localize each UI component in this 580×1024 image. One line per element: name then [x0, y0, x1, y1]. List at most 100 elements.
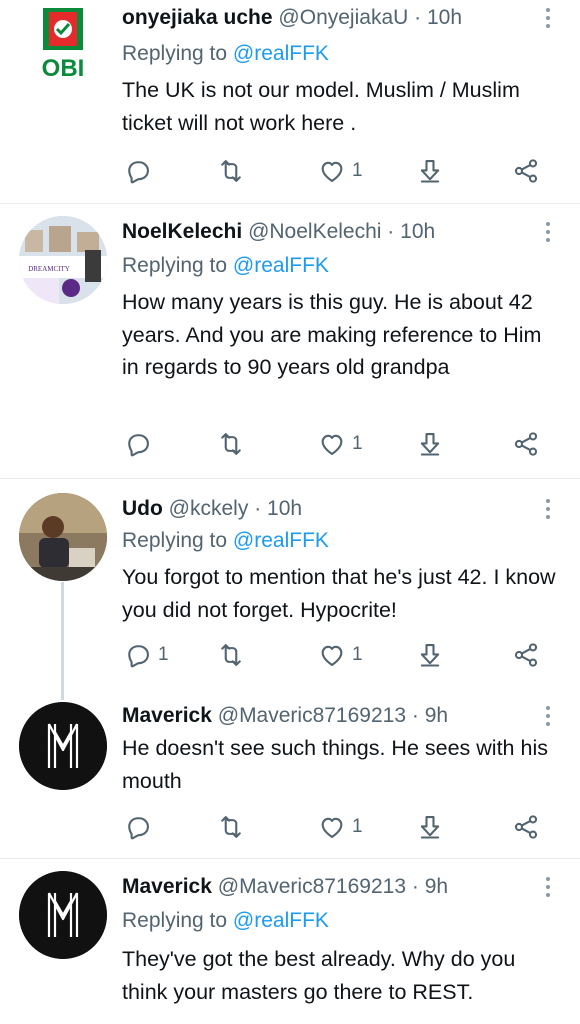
separator: ·: [411, 875, 419, 898]
more-options-icon[interactable]: [538, 702, 558, 730]
avatar-label: DREAMCITY: [28, 265, 70, 273]
tweet-text: You forgot to mention that he's just 42.…: [122, 565, 556, 622]
like-count: 1: [352, 816, 363, 837]
retweet-icon: [217, 430, 245, 458]
display-name[interactable]: Udo: [122, 497, 163, 520]
display-name[interactable]: NoelKelechi: [122, 220, 242, 243]
share-icon: [512, 157, 540, 185]
separator: ·: [254, 497, 262, 520]
like-count: 1: [352, 644, 363, 665]
more-options-icon[interactable]: [538, 218, 558, 246]
avatar[interactable]: [19, 871, 107, 959]
like-button[interactable]: 1: [318, 155, 363, 187]
dreamcity-avatar-icon: DREAMCITY: [19, 216, 107, 304]
display-name[interactable]: Maverick: [122, 875, 212, 898]
mention-link[interactable]: @realFFK: [233, 42, 329, 65]
obi-logo-icon: OBI: [42, 8, 85, 80]
tweet-header: Maverick @Maveric87169213 · 9h: [122, 702, 448, 730]
share-button[interactable]: [512, 428, 540, 460]
share-button[interactable]: [512, 639, 540, 671]
timestamp[interactable]: 9h: [425, 704, 448, 727]
separator: ·: [411, 704, 419, 727]
download-icon: [416, 157, 444, 185]
timestamp[interactable]: 10h: [267, 497, 302, 520]
like-button[interactable]: 1: [318, 639, 363, 671]
tweet[interactable]: Maverick @Maveric87169213 · 9h Replying …: [0, 859, 580, 1024]
display-name[interactable]: onyejiaka uche: [122, 6, 273, 29]
replying-to: Replying to @realFFK: [122, 527, 329, 555]
heart-icon: [318, 641, 346, 669]
handle[interactable]: @NoelKelechi: [248, 220, 381, 243]
separator: ·: [387, 220, 395, 243]
more-options-icon[interactable]: [538, 495, 558, 523]
retweet-icon: [217, 813, 245, 841]
tweet-header: Udo @kckely · 10h: [122, 495, 302, 523]
tweet[interactable]: DREAMCITY NoelKelechi @NoelKelechi · 10h…: [0, 204, 580, 478]
share-icon: [512, 430, 540, 458]
like-count: 1: [352, 433, 363, 454]
like-button[interactable]: 1: [318, 811, 363, 843]
reply-button[interactable]: [124, 811, 158, 843]
avatar[interactable]: OBI: [25, 4, 101, 80]
download-button[interactable]: [416, 639, 444, 671]
retweet-button[interactable]: [217, 811, 251, 843]
download-button[interactable]: [416, 428, 444, 460]
avatar[interactable]: DREAMCITY: [19, 216, 107, 304]
retweet-icon: [217, 641, 245, 669]
handle[interactable]: @OnyejiakaU: [278, 6, 408, 29]
more-options-icon[interactable]: [538, 873, 558, 901]
reply-button[interactable]: 1: [124, 639, 169, 671]
reply-button[interactable]: [124, 155, 158, 187]
mention-link[interactable]: @realFFK: [233, 909, 329, 932]
avatar-label: OBI: [42, 55, 85, 80]
tweet[interactable]: Maverick @Maveric87169213 · 9h He doesn'…: [0, 700, 580, 856]
tweet-header: onyejiaka uche @OnyejiakaU · 10h: [122, 4, 462, 32]
tweet[interactable]: OBI onyejiaka uche @OnyejiakaU · 10h Rep…: [0, 0, 580, 202]
timestamp[interactable]: 10h: [400, 220, 435, 243]
avatar[interactable]: [19, 493, 107, 581]
share-button[interactable]: [512, 155, 540, 187]
timestamp[interactable]: 10h: [427, 6, 462, 29]
reply-icon: [124, 641, 152, 669]
tweet-text: He doesn't see such things. He sees with…: [122, 736, 548, 793]
retweet-button[interactable]: [217, 428, 251, 460]
download-icon: [416, 641, 444, 669]
action-bar: 1: [122, 155, 562, 187]
replying-label: Replying to: [122, 42, 228, 65]
reply-icon: [124, 430, 152, 458]
retweet-button[interactable]: [217, 155, 251, 187]
maverick-logo-icon: [19, 871, 107, 959]
tweet-text: The UK is not our model. Muslim / Muslim…: [122, 78, 520, 135]
timestamp[interactable]: 9h: [425, 875, 448, 898]
tweet[interactable]: Udo @kckely · 10h Replying to @realFFK Y…: [0, 479, 580, 689]
reply-button[interactable]: [124, 428, 158, 460]
maverick-logo-icon: [19, 702, 107, 790]
heart-icon: [318, 430, 346, 458]
retweet-button[interactable]: [217, 639, 251, 671]
mention-link[interactable]: @realFFK: [233, 254, 329, 277]
tweet-text: How many years is this guy. He is about …: [122, 290, 542, 379]
more-options-icon[interactable]: [538, 4, 558, 32]
download-icon: [416, 813, 444, 841]
action-bar: 1 1: [122, 639, 562, 671]
tweet-header: Maverick @Maveric87169213 · 9h: [122, 873, 448, 901]
like-count: 1: [352, 160, 363, 181]
handle[interactable]: @Maveric87169213: [218, 875, 406, 898]
download-button[interactable]: [416, 155, 444, 187]
tweet-header: NoelKelechi @NoelKelechi · 10h: [122, 218, 435, 246]
handle[interactable]: @Maveric87169213: [218, 704, 406, 727]
avatar[interactable]: [19, 702, 107, 790]
handle[interactable]: @kckely: [169, 497, 249, 520]
display-name[interactable]: Maverick: [122, 704, 212, 727]
download-icon: [416, 430, 444, 458]
mention-link[interactable]: @realFFK: [233, 529, 329, 552]
replying-label: Replying to: [122, 254, 228, 277]
reply-count: 1: [158, 644, 169, 665]
download-button[interactable]: [416, 811, 444, 843]
replying-label: Replying to: [122, 909, 228, 932]
reply-icon: [124, 813, 152, 841]
user-photo-icon: [19, 493, 107, 581]
share-button[interactable]: [512, 811, 540, 843]
replying-to: Replying to @realFFK: [122, 40, 329, 68]
like-button[interactable]: 1: [318, 428, 363, 460]
